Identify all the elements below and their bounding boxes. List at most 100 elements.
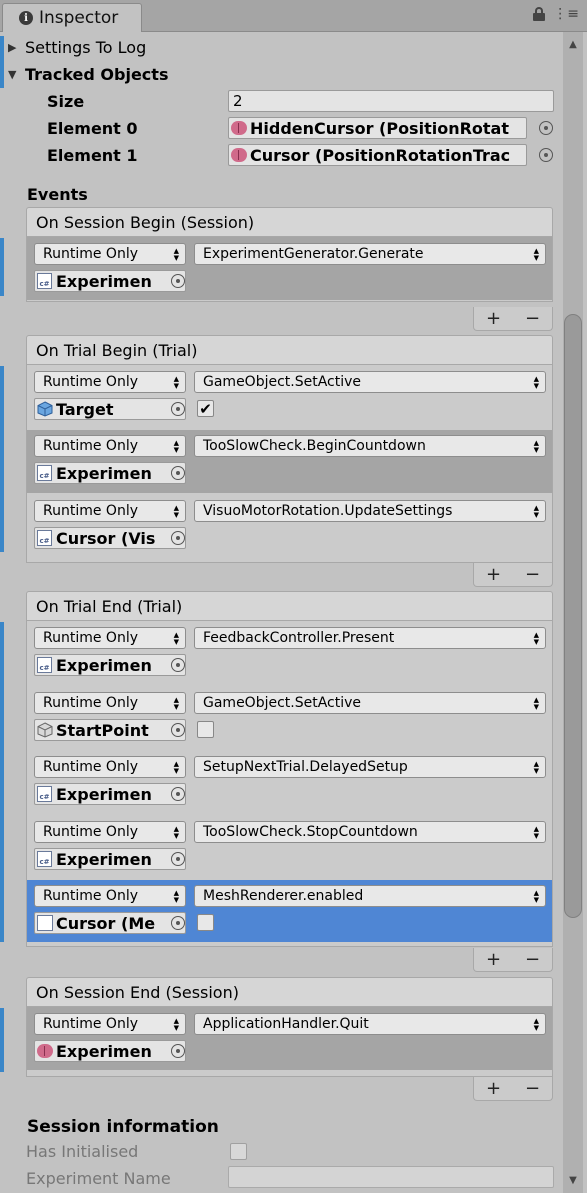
runtime-mode-dropdown[interactable]: Runtime Only ▲ ▼ [34, 756, 186, 778]
element-0-field[interactable]: HiddenCursor (PositionRotat [228, 117, 527, 139]
function-dropdown[interactable]: MeshRenderer.enabled ▲ ▼ [194, 885, 546, 907]
tracked-objects-foldout[interactable]: ▼ Tracked Objects [8, 64, 168, 84]
runtime-mode-dropdown[interactable]: Runtime Only ▲ ▼ [34, 885, 186, 907]
dropdown-arrow-icon: ▲ ▼ [533, 696, 539, 711]
function-dropdown[interactable]: SetupNextTrial.DelayedSetup ▲ ▼ [194, 756, 546, 778]
cube-icon [37, 401, 53, 417]
value-checkbox[interactable] [197, 914, 214, 931]
dropdown-arrow-icon: ▲ ▼ [173, 760, 179, 775]
dropdown-arrow-icon: ▲ ▼ [173, 631, 179, 646]
inspector-tab[interactable]: i Inspector [2, 3, 142, 32]
value-checkbox[interactable] [197, 721, 214, 738]
object-picker-icon[interactable] [171, 466, 185, 480]
object-picker-icon[interactable] [171, 852, 185, 866]
size-field[interactable]: 2 [228, 90, 554, 112]
function-dropdown[interactable]: GameObject.SetActive ▲ ▼ [194, 692, 546, 714]
add-button[interactable]: + [486, 564, 501, 585]
brain-icon [37, 1044, 53, 1058]
object-picker-icon[interactable] [171, 531, 185, 545]
event-list-trial-end: Runtime Only ▲ ▼ FeedbackController.Presen… [26, 621, 553, 947]
has-initialised-checkbox [230, 1143, 247, 1160]
menu-icon[interactable]: ⋮≡ [553, 6, 579, 22]
event-list-session-begin: Runtime Only ▲ ▼ ExperimentGenerator.Gener… [26, 237, 553, 302]
object-picker-icon[interactable] [171, 402, 185, 416]
target-object-field[interactable]: c# Cursor (Vis [34, 527, 186, 549]
runtime-mode-dropdown[interactable]: Runtime Only ▲ ▼ [34, 1013, 186, 1035]
object-picker-icon[interactable] [171, 723, 185, 737]
dropdown-arrow-icon: ▲ ▼ [533, 439, 539, 454]
function-dropdown[interactable]: TooSlowCheck.BeginCountdown ▲ ▼ [194, 435, 546, 457]
event-entry-selected[interactable]: Runtime Only ▲ ▼ MeshRenderer.enabled ▲ ▼ Cu… [27, 880, 552, 942]
dropdown-arrow-icon: ▲ ▼ [533, 504, 539, 519]
element-1-field[interactable]: Cursor (PositionRotationTrac [228, 144, 527, 166]
value-checkbox[interactable]: ✔ [197, 400, 214, 418]
object-picker-icon[interactable] [171, 658, 185, 672]
function-dropdown[interactable]: VisuoMotorRotation.UpdateSettings ▲ ▼ [194, 500, 546, 522]
settings-to-log-foldout[interactable]: ▶ Settings To Log [8, 37, 146, 57]
event-entry[interactable]: Runtime Only ▲ ▼ GameObject.SetActive ▲ ▼ St… [27, 686, 552, 750]
object-picker-icon[interactable] [539, 148, 553, 162]
dropdown-arrow-icon: ▲ ▼ [173, 375, 179, 390]
remove-button[interactable]: − [525, 564, 540, 585]
event-entry[interactable]: Runtime Only ▲ ▼ FeedbackController.Presen… [27, 621, 552, 685]
target-object-field[interactable]: Cursor (Me [34, 912, 186, 934]
runtime-mode-dropdown[interactable]: Runtime Only ▲ ▼ [34, 435, 186, 457]
function-dropdown[interactable]: ApplicationHandler.Quit ▲ ▼ [194, 1013, 546, 1035]
add-button[interactable]: + [486, 1078, 501, 1099]
runtime-mode-dropdown[interactable]: Runtime Only ▲ ▼ [34, 627, 186, 649]
function-dropdown[interactable]: GameObject.SetActive ▲ ▼ [194, 371, 546, 393]
event-entry[interactable]: Runtime Only ▲ ▼ VisuoMotorRotation.Update… [27, 494, 552, 558]
meshrenderer-icon [37, 915, 53, 931]
event-entry[interactable]: Runtime Only ▲ ▼ ExperimentGenerator.Gener… [27, 237, 552, 300]
has-initialised-label: Has Initialised [26, 1141, 139, 1161]
event-entry[interactable]: Runtime Only ▲ ▼ TooSlowCheck.StopCountdow… [27, 815, 552, 879]
target-object-field[interactable]: Experimen [34, 1040, 186, 1062]
script-icon: c# [37, 465, 52, 481]
target-object-field[interactable]: c# Experimen [34, 462, 186, 484]
scroll-down-icon[interactable]: ▼ [565, 1172, 581, 1188]
target-object-field[interactable]: c# Experimen [34, 783, 186, 805]
add-button[interactable]: + [486, 308, 501, 329]
event-entry[interactable]: Runtime Only ▲ ▼ SetupNextTrial.DelayedSet… [27, 750, 552, 814]
remove-button[interactable]: − [525, 308, 540, 329]
object-picker-icon[interactable] [171, 787, 185, 801]
element-0-label: Element 0 [47, 118, 138, 138]
script-icon: c# [37, 851, 52, 867]
dropdown-arrow-icon: ▲ ▼ [173, 696, 179, 711]
target-object-field[interactable]: Target [34, 398, 186, 420]
event-entry[interactable]: Runtime Only ▲ ▼ GameObject.SetActive ▲ ▼ Ta… [27, 365, 552, 429]
object-picker-icon[interactable] [171, 274, 185, 288]
lock-icon[interactable] [533, 7, 546, 21]
runtime-mode-dropdown[interactable]: Runtime Only ▲ ▼ [34, 692, 186, 714]
event-entry[interactable]: Runtime Only ▲ ▼ ApplicationHandler.Quit ▲ ▼… [27, 1007, 552, 1070]
target-object-field[interactable]: StartPoint [34, 719, 186, 741]
function-dropdown[interactable]: TooSlowCheck.StopCountdown ▲ ▼ [194, 821, 546, 843]
target-object-field[interactable]: c# Experimen [34, 654, 186, 676]
runtime-mode-dropdown[interactable]: Runtime Only ▲ ▼ [34, 243, 186, 265]
experiment-name-field [228, 1166, 554, 1188]
object-picker-icon[interactable] [171, 916, 185, 930]
add-button[interactable]: + [486, 949, 501, 970]
target-object-field[interactable]: c# Experimen [34, 270, 186, 292]
target-object-field[interactable]: c# Experimen [34, 848, 186, 870]
tab-title: Inspector [39, 8, 119, 28]
object-picker-icon[interactable] [171, 1044, 185, 1058]
info-icon: i [19, 11, 33, 25]
runtime-mode-dropdown[interactable]: Runtime Only ▲ ▼ [34, 821, 186, 843]
object-picker-icon[interactable] [539, 121, 553, 135]
function-dropdown[interactable]: ExperimentGenerator.Generate ▲ ▼ [194, 243, 546, 265]
remove-button[interactable]: − [525, 949, 540, 970]
runtime-mode-dropdown[interactable]: Runtime Only ▲ ▼ [34, 371, 186, 393]
function-dropdown[interactable]: FeedbackController.Present ▲ ▼ [194, 627, 546, 649]
runtime-mode-dropdown[interactable]: Runtime Only ▲ ▼ [34, 500, 186, 522]
foldout-collapsed-icon: ▶ [8, 40, 17, 54]
scrollbar-thumb[interactable] [564, 314, 582, 918]
remove-button[interactable]: − [525, 1078, 540, 1099]
script-icon: c# [37, 273, 52, 289]
dropdown-arrow-icon: ▲ ▼ [533, 375, 539, 390]
event-list-trial-begin: Runtime Only ▲ ▼ GameObject.SetActive ▲ ▼ Ta… [26, 365, 553, 563]
brain-icon [231, 148, 247, 162]
brain-icon [231, 121, 247, 135]
scroll-up-icon[interactable]: ▲ [565, 36, 581, 52]
event-entry[interactable]: Runtime Only ▲ ▼ TooSlowCheck.BeginCountdo… [27, 430, 552, 493]
